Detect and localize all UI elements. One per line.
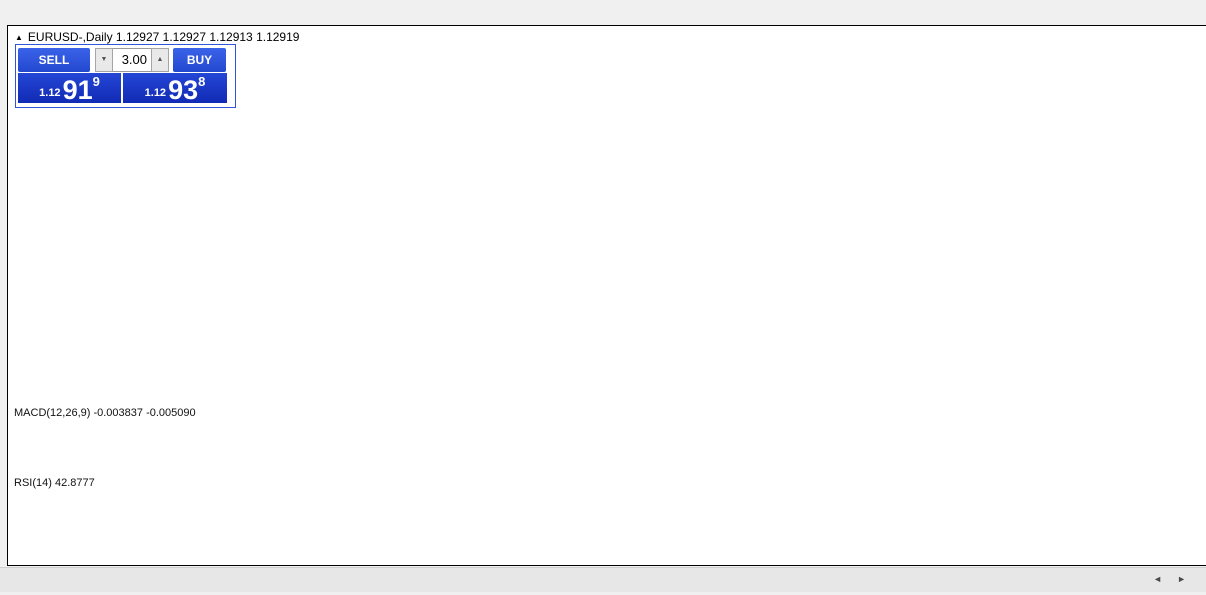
volume-input[interactable] — [113, 47, 151, 72]
collapse-triangle-icon[interactable]: ▲ — [15, 33, 23, 42]
sell-price-pip: 9 — [92, 74, 100, 89]
trading-terminal: { "toolbar": { "timeframes": [ {"label":… — [0, 0, 1206, 595]
sell-price-box[interactable]: 1.12 91 9 — [18, 73, 121, 105]
tabs-scroll-right-icon[interactable]: ► — [1177, 574, 1186, 584]
sell-price-small: 1.12 — [39, 87, 61, 99]
chart-title-text: EURUSD-,Daily 1.12927 1.12927 1.12913 1.… — [27, 30, 300, 44]
volume-increase-button[interactable]: ▲ — [151, 47, 169, 72]
buy-price-box[interactable]: 1.12 93 8 — [123, 73, 227, 105]
chart-window: ▲ EURUSD-,Daily 1.12927 1.12927 1.12913 1… — [7, 25, 1206, 566]
buy-price-pip: 8 — [198, 74, 206, 89]
buy-price-small: 1.12 — [144, 87, 167, 99]
sell-price-big: 91 — [62, 75, 93, 105]
timeframe-toolbar — [0, 0, 1206, 23]
one-click-trading-panel: SELL ▼ ▲ BUY 1.12 91 9 1.12 93 8 — [15, 44, 236, 108]
tabs-scroll-left-icon[interactable]: ◄ — [1153, 574, 1162, 584]
symbol-tab-bar: ◄ ► — [0, 567, 1206, 592]
buy-button[interactable]: BUY — [173, 47, 226, 72]
buy-price-big: 93 — [168, 75, 199, 105]
chart-title: ▲ EURUSD-,Daily 1.12927 1.12927 1.12913 1… — [15, 30, 299, 44]
volume-decrease-button[interactable]: ▼ — [95, 47, 113, 72]
sell-button[interactable]: SELL — [18, 47, 90, 72]
macd-label: MACD(12,26,9) -0.003837 -0.005090 — [14, 407, 196, 419]
rsi-label: RSI(14) 42.8777 — [14, 477, 95, 489]
